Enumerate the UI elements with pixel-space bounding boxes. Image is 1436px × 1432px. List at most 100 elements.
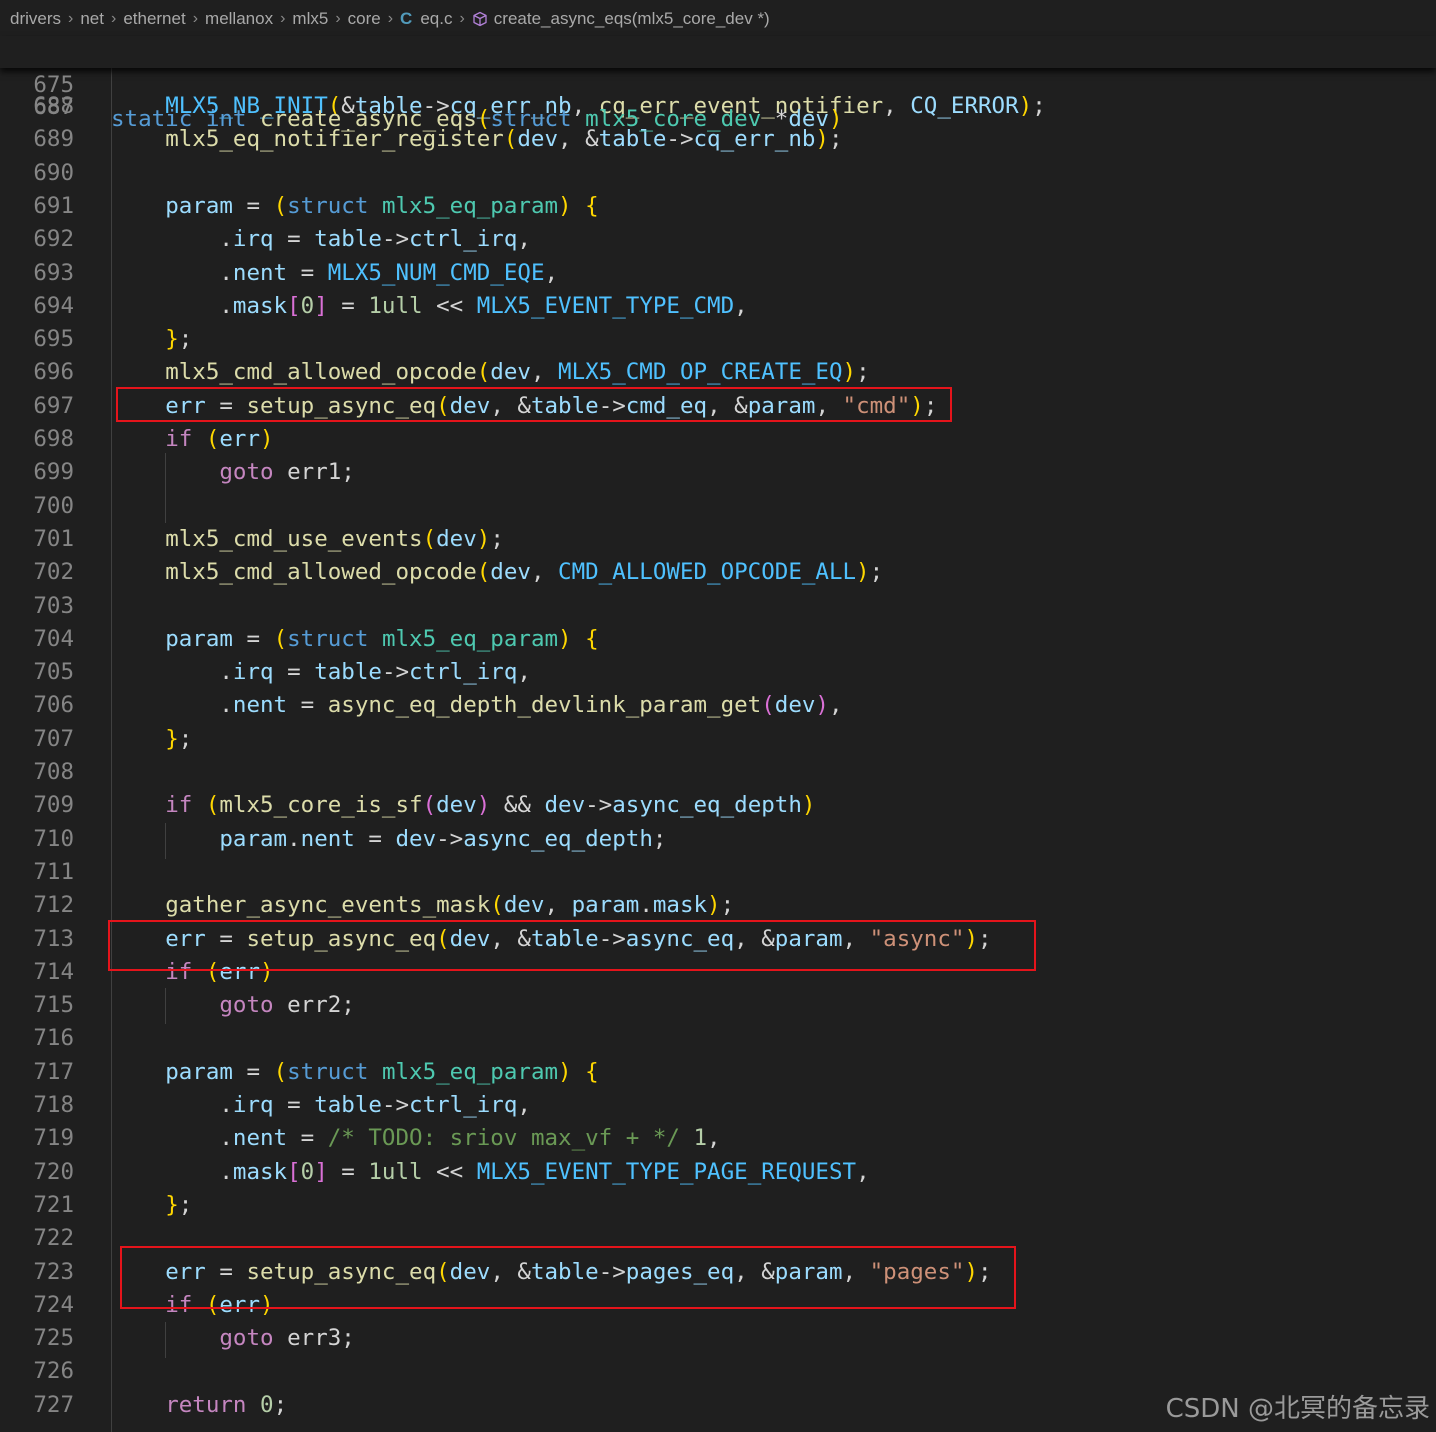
code-line[interactable]: 709 if (mlx5_core_is_sf(dev) && dev->asy… bbox=[0, 789, 1436, 822]
code-token: , bbox=[517, 659, 531, 686]
line-number: 697 bbox=[33, 392, 74, 419]
code-text[interactable]: gather_async_events_mask(dev, param.mask… bbox=[111, 889, 734, 922]
code-line[interactable]: 696 mlx5_cmd_allowed_opcode(dev, MLX5_CM… bbox=[0, 356, 1436, 389]
breadcrumb-item-symbol[interactable]: create_async_eqs(mlx5_core_dev *) bbox=[494, 9, 770, 29]
code-token: struct bbox=[287, 625, 369, 652]
code-line[interactable]: 715 goto err2; bbox=[0, 989, 1436, 1022]
code-line[interactable]: 690 bbox=[0, 157, 1436, 190]
code-text[interactable]: param.nent = dev->async_eq_depth; bbox=[111, 823, 666, 856]
code-line[interactable]: 708 bbox=[0, 756, 1436, 789]
code-text[interactable]: .irq = table->ctrl_irq, bbox=[111, 656, 531, 689]
code-line[interactable]: 694 .mask[0] = 1ull << MLX5_EVENT_TYPE_C… bbox=[0, 290, 1436, 323]
code-text[interactable]: .mask[0] = 1ull << MLX5_EVENT_TYPE_CMD, bbox=[111, 290, 747, 323]
code-text[interactable]: static int create_async_eqs(struct mlx5_… bbox=[111, 103, 843, 136]
code-line[interactable]: 712 gather_async_events_mask(dev, param.… bbox=[0, 889, 1436, 922]
code-text[interactable]: .nent = /* TODO: sriov max_vf + */ 1, bbox=[111, 1122, 720, 1155]
line-number: 716 bbox=[33, 1025, 74, 1052]
breadcrumb-item-file[interactable]: eq.c bbox=[420, 9, 452, 29]
code-text[interactable]: .mask[0] = 1ull << MLX5_EVENT_TYPE_PAGE_… bbox=[111, 1156, 869, 1189]
code-text[interactable]: mlx5_cmd_allowed_opcode(dev, MLX5_CMD_OP… bbox=[111, 356, 869, 389]
code-line[interactable]: 699 goto err1; bbox=[0, 456, 1436, 489]
code-token: . bbox=[287, 825, 301, 852]
code-token: MLX5_EVENT_TYPE_CMD bbox=[476, 292, 735, 319]
sticky-scroll-header[interactable]: 675 static int create_async_eqs(struct m… bbox=[0, 36, 1436, 132]
code-line[interactable]: 725 goto err3; bbox=[0, 1322, 1436, 1355]
code-line[interactable]: 698 if (err) bbox=[0, 423, 1436, 456]
breadcrumb-item-mlx5[interactable]: mlx5 bbox=[292, 9, 328, 29]
code-line[interactable]: 721 }; bbox=[0, 1189, 1436, 1222]
indent-guide bbox=[165, 1322, 166, 1358]
line-number: 706 bbox=[33, 692, 74, 719]
code-text[interactable]: goto err3; bbox=[111, 1322, 354, 1355]
code-text[interactable]: .nent = MLX5_NUM_CMD_EQE, bbox=[111, 257, 558, 290]
code-line[interactable]: 707 }; bbox=[0, 723, 1436, 756]
code-line[interactable]: 704 param = (struct mlx5_eq_param) { bbox=[0, 623, 1436, 656]
code-text[interactable]: }; bbox=[111, 1189, 192, 1222]
code-token: dev bbox=[490, 559, 531, 586]
code-text[interactable]: goto err1; bbox=[111, 456, 354, 489]
code-token: goto bbox=[219, 459, 274, 486]
code-line[interactable]: 700 bbox=[0, 490, 1436, 523]
code-text[interactable]: }; bbox=[111, 323, 192, 356]
code-token: dev bbox=[788, 105, 829, 132]
code-text[interactable]: if (err) bbox=[111, 423, 273, 456]
code-line[interactable]: 710 param.nent = dev->async_eq_depth; bbox=[0, 823, 1436, 856]
code-text[interactable]: mlx5_cmd_use_events(dev); bbox=[111, 523, 504, 556]
code-token: [ bbox=[287, 1158, 301, 1185]
code-line[interactable]: 702 mlx5_cmd_allowed_opcode(dev, CMD_ALL… bbox=[0, 556, 1436, 589]
code-line[interactable]: 693 .nent = MLX5_NUM_CMD_EQE, bbox=[0, 257, 1436, 290]
indent-guide bbox=[111, 68, 112, 1432]
code-line[interactable]: 711 bbox=[0, 856, 1436, 889]
code-token: nent bbox=[300, 825, 355, 852]
code-text[interactable]: .irq = table->ctrl_irq, bbox=[111, 223, 531, 256]
code-token: mlx5_eq_param bbox=[381, 1058, 559, 1085]
code-text[interactable]: .irq = table->ctrl_irq, bbox=[111, 1089, 531, 1122]
code-token: param bbox=[165, 192, 233, 219]
code-line[interactable]: 691 param = (struct mlx5_eq_param) { bbox=[0, 190, 1436, 223]
code-line[interactable]: 706 .nent = async_eq_depth_devlink_param… bbox=[0, 689, 1436, 722]
code-line[interactable]: 701 mlx5_cmd_use_events(dev); bbox=[0, 523, 1436, 556]
breadcrumb-item-core[interactable]: core bbox=[348, 9, 381, 29]
code-text[interactable]: mlx5_cmd_allowed_opcode(dev, CMD_ALLOWED… bbox=[111, 556, 883, 589]
code-line[interactable]: 720 .mask[0] = 1ull << MLX5_EVENT_TYPE_P… bbox=[0, 1156, 1436, 1189]
code-line[interactable]: 695 }; bbox=[0, 323, 1436, 356]
code-token: 0 bbox=[300, 1158, 315, 1185]
breadcrumb-item-drivers[interactable]: drivers bbox=[10, 9, 61, 29]
code-token: ) bbox=[842, 359, 857, 386]
code-token: CMD_ALLOWED_OPCODE_ALL bbox=[558, 559, 857, 586]
code-token: ) bbox=[558, 192, 572, 219]
code-line[interactable]: 705 .irq = table->ctrl_irq, bbox=[0, 656, 1436, 689]
breadcrumb-item-mellanox[interactable]: mellanox bbox=[205, 9, 273, 29]
code-line[interactable]: 719 .nent = /* TODO: sriov max_vf + */ 1… bbox=[0, 1122, 1436, 1155]
code-token: { bbox=[585, 192, 599, 219]
code-text[interactable]: param = (struct mlx5_eq_param) { bbox=[111, 623, 599, 656]
code-token: mlx5_core_is_sf bbox=[219, 792, 423, 819]
code-text[interactable]: }; bbox=[111, 723, 192, 756]
breadcrumb-item-ethernet[interactable]: ethernet bbox=[123, 9, 185, 29]
code-text[interactable]: if (mlx5_core_is_sf(dev) && dev->async_e… bbox=[111, 789, 815, 822]
code-token: param bbox=[165, 1058, 233, 1085]
chevron-right-icon: › bbox=[335, 10, 341, 27]
code-text[interactable]: .nent = async_eq_depth_devlink_param_get… bbox=[111, 689, 842, 722]
code-token: << bbox=[422, 1158, 477, 1185]
breadcrumb-item-net[interactable]: net bbox=[80, 9, 104, 29]
chevron-right-icon: › bbox=[387, 10, 394, 27]
code-text[interactable]: goto err2; bbox=[111, 989, 354, 1022]
code-token: . bbox=[111, 226, 233, 253]
code-line[interactable]: 703 bbox=[0, 590, 1436, 623]
breadcrumb: drivers › net › ethernet › mellanox › ml… bbox=[0, 0, 1436, 38]
code-text[interactable]: return 0; bbox=[111, 1389, 287, 1422]
line-number: 718 bbox=[33, 1092, 74, 1118]
code-text[interactable]: param = (struct mlx5_eq_param) { bbox=[111, 190, 599, 223]
code-line[interactable]: 716 bbox=[0, 1022, 1436, 1055]
code-line[interactable]: 718 .irq = table->ctrl_irq, bbox=[0, 1089, 1436, 1122]
code-line[interactable]: 726 bbox=[0, 1355, 1436, 1388]
code-token: ( bbox=[273, 625, 288, 652]
code-text[interactable]: param = (struct mlx5_eq_param) { bbox=[111, 1056, 599, 1089]
code-token: -> bbox=[585, 792, 613, 819]
code-line[interactable]: 717 param = (struct mlx5_eq_param) { bbox=[0, 1056, 1436, 1089]
code-line[interactable]: 692 .irq = table->ctrl_irq, bbox=[0, 223, 1436, 256]
